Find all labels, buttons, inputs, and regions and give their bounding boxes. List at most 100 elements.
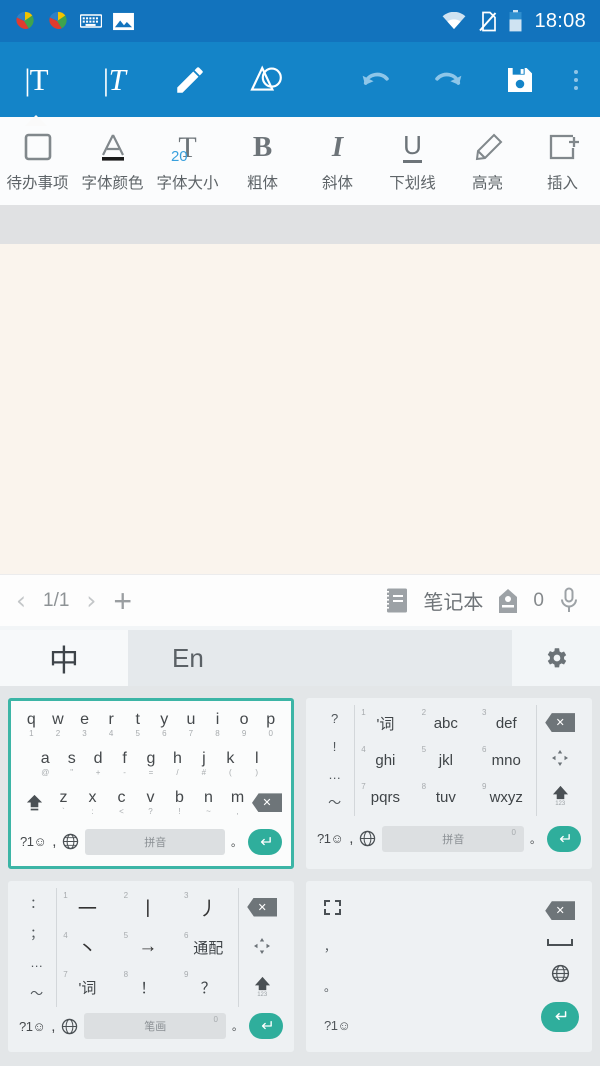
key-r[interactable]: r4 xyxy=(98,706,125,745)
tag-icon[interactable] xyxy=(497,588,519,614)
t9-key-6[interactable]: 6 mno xyxy=(476,742,536,779)
key-k[interactable]: k( xyxy=(217,745,243,784)
shift-key[interactable]: 123 xyxy=(253,975,272,998)
t9-key-4[interactable]: 4 ghi xyxy=(355,742,415,779)
symbols-key[interactable]: ?1☺ xyxy=(315,1006,361,1045)
key-q[interactable]: q1 xyxy=(18,706,45,745)
symbols-key[interactable]: ?1☺ xyxy=(19,1019,46,1034)
space-key[interactable]: 拼音 xyxy=(85,828,225,855)
keyboard-option-qwerty-pinyin[interactable]: q1 w2 e3 r4 t5 y6 u7 i8 o9 p0 a @ s " d + f… xyxy=(8,698,294,869)
text-tool-button[interactable]: |T xyxy=(14,54,58,126)
handwriting-canvas[interactable] xyxy=(361,888,538,1045)
t9-key-2[interactable]: 2 abc xyxy=(416,705,476,742)
next-page-button[interactable]: › xyxy=(86,588,96,613)
period-key[interactable]: 。 xyxy=(530,831,541,847)
space-key[interactable]: 笔画 0 xyxy=(84,1013,226,1039)
key-j[interactable]: j # xyxy=(191,745,217,784)
stroke-key-3[interactable]: 3丿 xyxy=(178,888,238,928)
mic-icon[interactable] xyxy=(558,587,580,614)
format-font-color-button[interactable]: 字体颜色 xyxy=(75,125,150,193)
key-x[interactable]: x: xyxy=(78,784,107,823)
key-s[interactable]: s " xyxy=(58,745,84,784)
previous-page-button[interactable]: ‹ xyxy=(16,588,26,613)
key-t[interactable]: t5 xyxy=(124,706,151,745)
stroke-key-2[interactable]: 2丨 xyxy=(118,888,178,928)
period-key[interactable]: 。 xyxy=(315,967,361,1006)
backspace-icon[interactable]: ✕ xyxy=(545,901,576,921)
add-page-button[interactable]: + xyxy=(113,585,132,617)
notebook-name[interactable]: 笔记本 xyxy=(423,586,483,615)
backspace-icon[interactable]: ✕ xyxy=(247,897,278,917)
symbols-key[interactable]: ?1☺ xyxy=(317,831,344,846)
handwrite-tool-button[interactable]: |T xyxy=(91,54,135,106)
enter-key[interactable] xyxy=(547,825,581,852)
format-highlight-button[interactable]: 高亮 xyxy=(450,125,525,193)
key-f[interactable]: f- xyxy=(111,745,137,784)
arrows-icon[interactable] xyxy=(550,748,570,768)
keyboard-option-stroke[interactable]: ： ； … ～ 1一 2丨 3丿 4丶 5 → 6 通配 7 '词 8！ 9 ？… xyxy=(8,881,294,1052)
key-o[interactable]: o9 xyxy=(231,706,258,745)
key-i[interactable]: i8 xyxy=(204,706,231,745)
t9-punct-key[interactable]: ～ xyxy=(315,788,354,816)
format-italic-button[interactable]: I 斜体 xyxy=(300,125,375,193)
symbols-key[interactable]: ?1☺ xyxy=(20,834,47,849)
format-insert-button[interactable]: 插入 xyxy=(525,125,600,193)
key-w[interactable]: w2 xyxy=(45,706,72,745)
space-key[interactable]: 拼音 0 xyxy=(382,825,524,852)
comma-key[interactable]: ， xyxy=(315,927,361,966)
t9-key-5[interactable]: 5 jkl xyxy=(416,742,476,779)
comma-key[interactable]: , xyxy=(52,833,56,850)
shift-key[interactable] xyxy=(20,784,49,823)
key-n[interactable]: n ~ xyxy=(194,784,223,823)
key-b[interactable]: b! xyxy=(165,784,194,823)
fullscreen-key[interactable] xyxy=(315,888,361,927)
format-underline-button[interactable]: U 下划线 xyxy=(375,125,450,193)
stroke-punct-key[interactable]: ～ xyxy=(17,977,56,1007)
stroke-key-5[interactable]: 5 → xyxy=(118,928,178,968)
key-p[interactable]: p0 xyxy=(257,706,284,745)
key-m[interactable]: m, xyxy=(223,784,252,823)
globe-icon[interactable] xyxy=(359,830,376,847)
comma-key[interactable]: , xyxy=(349,830,353,847)
key-a[interactable]: a @ xyxy=(32,745,58,784)
note-editor-canvas[interactable] xyxy=(0,244,600,574)
key-g[interactable]: g = xyxy=(138,745,164,784)
redo-button[interactable] xyxy=(426,54,470,106)
enter-key[interactable] xyxy=(541,1001,580,1032)
stroke-key-7[interactable]: 7 '词 xyxy=(57,967,117,1007)
save-button[interactable] xyxy=(498,54,542,106)
key-y[interactable]: y6 xyxy=(151,706,178,745)
stroke-punct-key[interactable]: ； xyxy=(17,918,56,948)
t9-key-1[interactable]: 1 '词 xyxy=(355,705,415,742)
stroke-punct-key[interactable]: ： xyxy=(17,888,56,918)
t9-punct-key[interactable]: ? xyxy=(315,705,354,733)
key-z[interactable]: z ` xyxy=(49,784,78,823)
notebook-icon[interactable] xyxy=(384,587,409,614)
key-d[interactable]: d + xyxy=(85,745,111,784)
key-v[interactable]: v? xyxy=(136,784,165,823)
period-key[interactable]: 。 xyxy=(232,1018,243,1034)
key-e[interactable]: e3 xyxy=(71,706,98,745)
globe-icon[interactable] xyxy=(551,964,570,983)
key-l[interactable]: l) xyxy=(244,745,270,784)
space-icon[interactable] xyxy=(547,938,574,946)
t9-key-9[interactable]: 9 wxyz xyxy=(476,779,536,816)
keyboard-option-handwriting[interactable]: ， 。 ?1☺ ✕ xyxy=(306,881,592,1052)
globe-icon[interactable] xyxy=(62,833,79,850)
t9-punct-key[interactable]: ! xyxy=(315,733,354,761)
stroke-punct-key[interactable]: … xyxy=(17,948,56,978)
stroke-key-1[interactable]: 1一 xyxy=(57,888,117,928)
overflow-menu-button[interactable] xyxy=(570,66,582,94)
format-todo-button[interactable]: 待办事项 xyxy=(0,125,75,193)
key-h[interactable]: h / xyxy=(164,745,190,784)
stroke-key-9[interactable]: 9？ xyxy=(178,967,238,1007)
keyboard-option-t9-pinyin[interactable]: ? ! … ～ 1 '词 2 abc 3 def 4 ghi 5 jkl 6 mno 7 pq… xyxy=(306,698,592,869)
globe-icon[interactable] xyxy=(61,1018,78,1035)
format-bold-button[interactable]: B 粗体 xyxy=(225,125,300,193)
pencil-tool-button[interactable] xyxy=(168,54,212,106)
comma-key[interactable]: , xyxy=(51,1018,55,1035)
enter-key[interactable] xyxy=(248,828,282,855)
t9-punct-key[interactable]: … xyxy=(315,760,354,788)
arrows-icon[interactable] xyxy=(252,936,272,956)
t9-key-7[interactable]: 7 pqrs xyxy=(355,779,415,816)
